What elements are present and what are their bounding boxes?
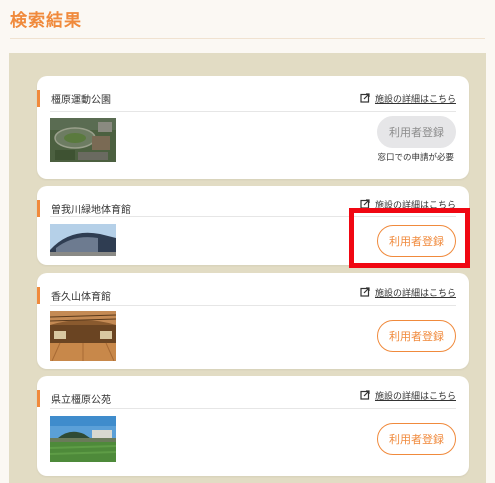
title-divider bbox=[10, 38, 485, 39]
card-divider bbox=[50, 408, 456, 409]
register-button[interactable]: 利用者登録 bbox=[377, 116, 456, 148]
detail-link-text: 施設の詳細はこちら bbox=[374, 94, 456, 105]
accent-bar bbox=[37, 200, 40, 217]
accent-bar bbox=[37, 287, 40, 304]
facility-card: 県立橿原公苑 施設の詳細はこちら 利用者登録 bbox=[37, 376, 469, 476]
facility-detail-link[interactable]: 施設の詳細はこちら bbox=[360, 284, 456, 300]
facility-photo bbox=[50, 118, 116, 162]
facility-name: 県立橿原公苑 bbox=[51, 395, 111, 406]
facility-name: 香久山体育館 bbox=[51, 292, 111, 303]
external-link-icon bbox=[360, 287, 370, 297]
results-panel: 橿原運動公園 施設の詳細はこちら 利用者登録 窓口での申請が必要 曽我川緑地体育… bbox=[9, 53, 486, 483]
facility-photo bbox=[50, 311, 116, 361]
facility-name: 橿原運動公園 bbox=[51, 95, 111, 106]
page-title: 検索結果 bbox=[10, 11, 82, 31]
facility-photo bbox=[50, 416, 116, 462]
facility-detail-link[interactable]: 施設の詳細はこちら bbox=[360, 90, 456, 106]
register-button[interactable]: 利用者登録 bbox=[377, 423, 456, 455]
facility-card-header: 香久山体育館 施設の詳細はこちら bbox=[37, 285, 469, 305]
facility-detail-link[interactable]: 施設の詳細はこちら bbox=[360, 387, 456, 403]
highlight-box bbox=[349, 208, 470, 268]
facility-card-header: 橿原運動公園 施設の詳細はこちら bbox=[37, 88, 469, 108]
facility-card: 橿原運動公園 施設の詳細はこちら 利用者登録 窓口での申請が必要 bbox=[37, 76, 469, 179]
external-link-icon bbox=[360, 390, 370, 400]
register-button[interactable]: 利用者登録 bbox=[377, 320, 456, 352]
accent-bar bbox=[37, 90, 40, 107]
facility-name: 曽我川緑地体育館 bbox=[51, 205, 131, 216]
external-link-icon bbox=[360, 93, 370, 103]
facility-card: 香久山体育館 施設の詳細はこちら 利用者登録 bbox=[37, 273, 469, 369]
facility-photo bbox=[50, 224, 116, 256]
detail-link-text: 施設の詳細はこちら bbox=[374, 391, 456, 402]
accent-bar bbox=[37, 390, 40, 407]
in-person-note: 窓口での申請が必要 bbox=[377, 153, 454, 163]
card-divider bbox=[50, 111, 456, 112]
facility-card-header: 県立橿原公苑 施設の詳細はこちら bbox=[37, 388, 469, 408]
detail-link-text: 施設の詳細はこちら bbox=[374, 288, 456, 299]
card-divider bbox=[50, 305, 456, 306]
